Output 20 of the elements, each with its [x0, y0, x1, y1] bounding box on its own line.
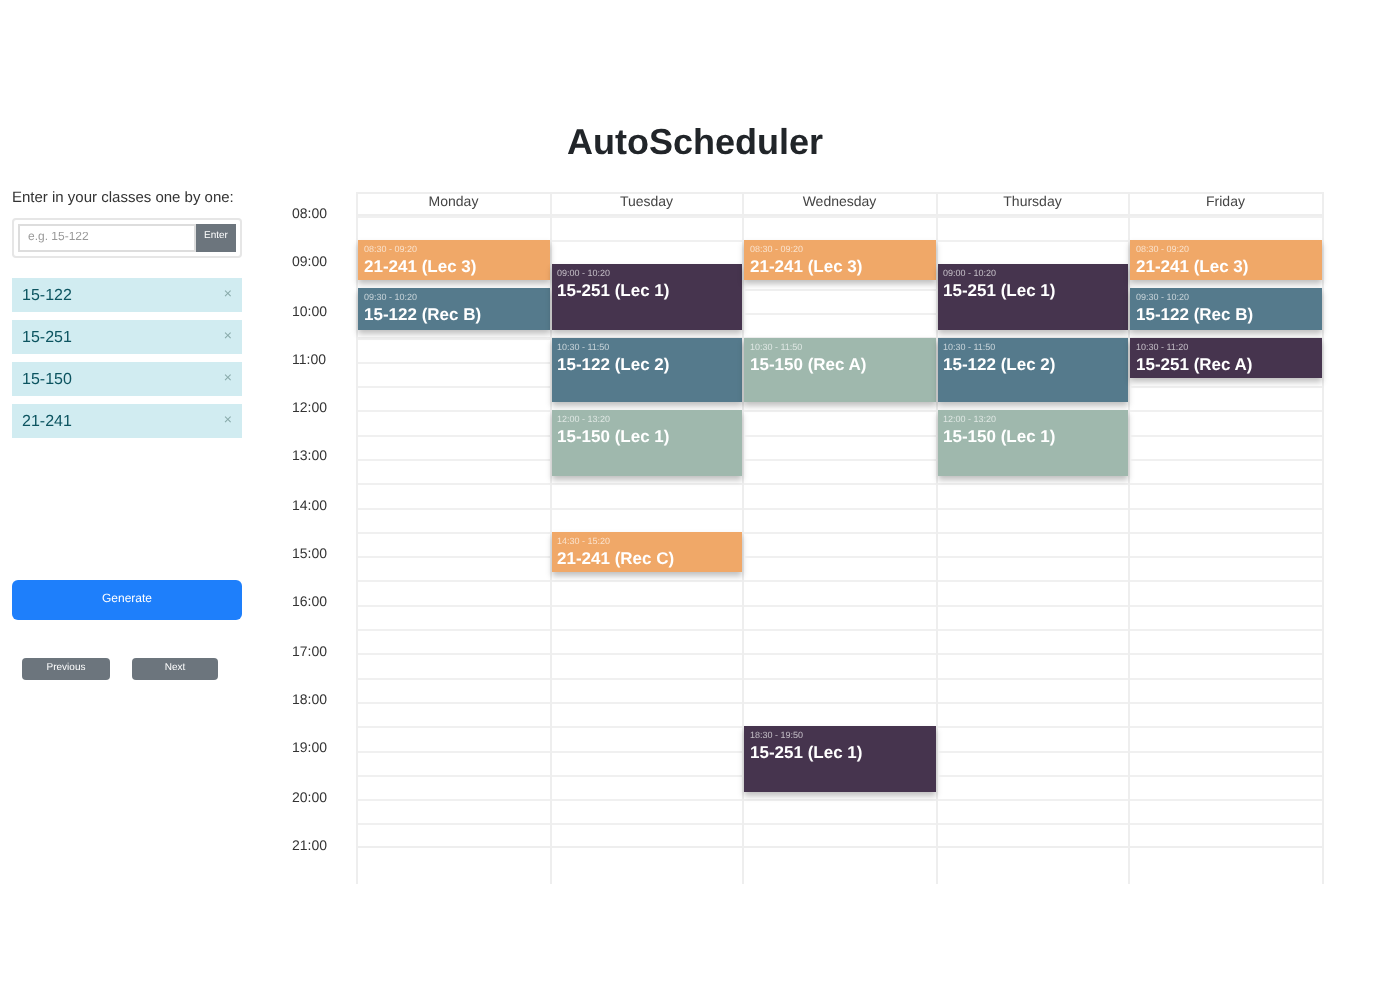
- app-title: AutoScheduler: [566, 120, 823, 164]
- event-title: 21-241 (Lec 3): [364, 256, 479, 279]
- event-title: 21-241 (Lec 3): [1136, 256, 1251, 279]
- event-title: 15-150 (Lec 1): [557, 426, 672, 449]
- class-name: 21-241: [22, 409, 72, 433]
- event-title: 15-251 (Lec 1): [557, 280, 672, 303]
- event-title: 15-251 (Lec 1): [943, 280, 1058, 303]
- event-title: 15-251 (Lec 1): [750, 742, 865, 765]
- event-title: 21-241 (Lec 3): [750, 256, 865, 279]
- event-title: 15-122 (Rec B): [1136, 304, 1256, 327]
- event-title: 15-251 (Rec A): [1136, 353, 1255, 376]
- event-title: 15-122 (Lec 2): [943, 353, 1058, 376]
- event-title: 15-122 (Lec 2): [557, 353, 672, 376]
- class-name: 15-150: [22, 367, 72, 391]
- class-name: 15-122: [22, 283, 72, 307]
- event-title: 15-150 (Rec A): [750, 353, 869, 376]
- event-title: 15-150 (Lec 1): [943, 426, 1058, 449]
- event-title: 15-122 (Rec B): [364, 304, 484, 327]
- event-title: 21-241 (Rec C): [557, 547, 677, 570]
- class-name: 15-251: [22, 325, 72, 349]
